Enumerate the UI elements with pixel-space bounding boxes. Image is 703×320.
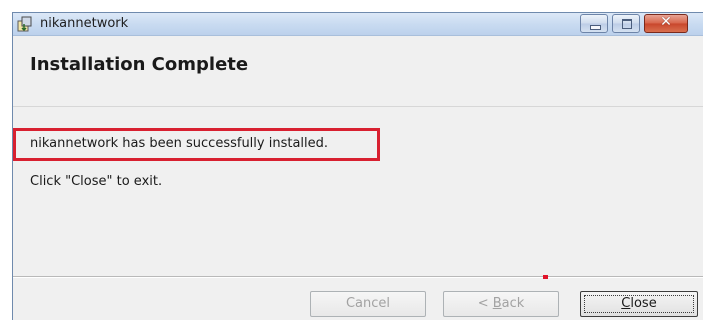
back-button-mnemonic: B [492,296,502,311]
focus-ring [584,295,694,313]
cancel-button[interactable]: Cancel [310,291,426,317]
installer-app-icon [17,16,32,32]
header-panel: Installation Complete [13,36,703,106]
back-button-rest: ack [501,296,525,311]
close-icon: ✕ [660,14,672,30]
maximize-button[interactable] [612,14,640,33]
header-divider [13,106,703,107]
back-button[interactable]: < Back [443,291,559,317]
window-close-button[interactable]: ✕ [644,14,688,33]
window-title: nikannetwork [40,16,129,31]
title-bar[interactable]: nikannetwork ✕ [13,13,703,36]
footer-divider-highlight [13,277,703,278]
installer-window: nikannetwork ✕ Installation Complete nik… [12,12,703,320]
success-message: nikannetwork has been successfully insta… [30,136,329,151]
minimize-button[interactable] [580,14,608,33]
page-heading: Installation Complete [30,54,249,75]
close-button[interactable]: Close [580,291,698,317]
maximize-icon [622,19,632,29]
cancel-button-label: Cancel [345,296,391,311]
back-button-prefix: < [477,296,493,311]
annotation-marker [543,275,548,279]
close-instruction: Click "Close" to exit. [30,174,163,189]
minimize-icon [590,25,601,30]
